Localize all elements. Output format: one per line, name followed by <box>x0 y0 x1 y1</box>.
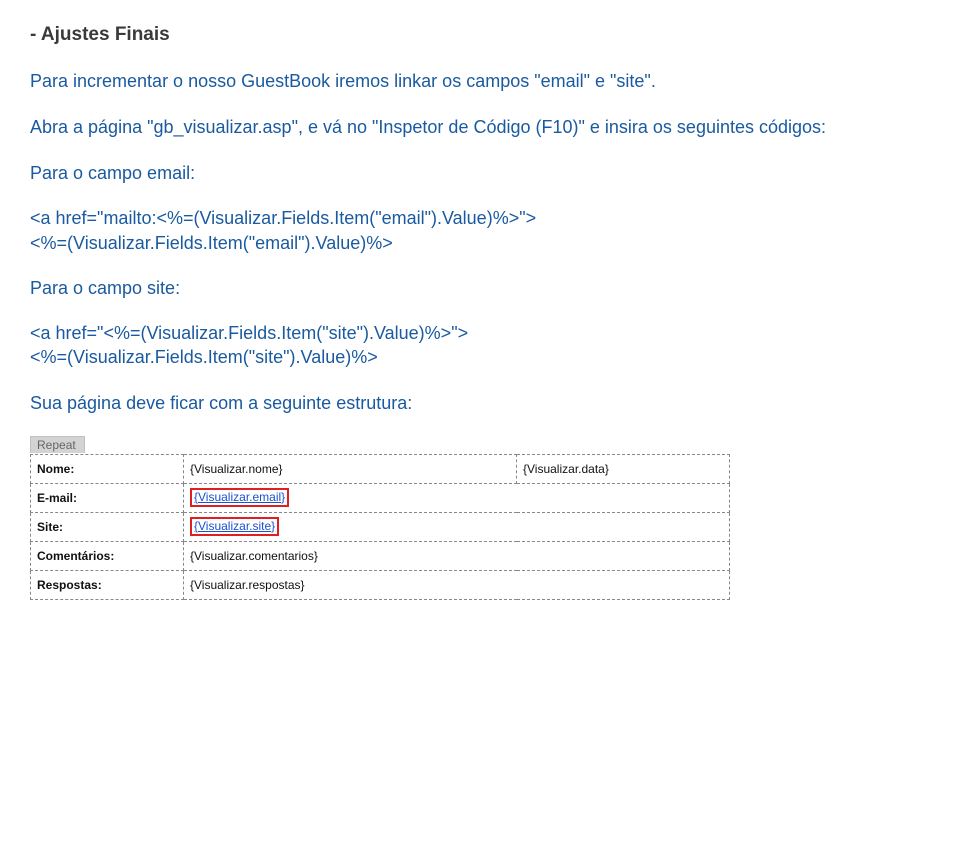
table-row: Nome: {Visualizar.nome} {Visualizar.data… <box>31 454 730 483</box>
preview-table: Nome: {Visualizar.nome} {Visualizar.data… <box>30 454 730 600</box>
placeholder-comentarios: {Visualizar.comentarios} <box>190 549 318 563</box>
table-row: E-mail: {Visualizar.email} <box>31 483 730 512</box>
placeholder-respostas: {Visualizar.respostas} <box>190 578 305 592</box>
structure-preview: Repeat Nome: {Visualizar.nome} {Visualiz… <box>30 436 930 600</box>
placeholder-site-link[interactable]: {Visualizar.site} <box>194 519 275 533</box>
placeholder-data: {Visualizar.data} <box>523 462 609 476</box>
code-site-line1: <a href="<%=(Visualizar.Fields.Item("sit… <box>30 321 930 345</box>
code-site-line2: <%=(Visualizar.Fields.Item("site").Value… <box>30 345 930 369</box>
table-row: Site: {Visualizar.site} <box>31 512 730 541</box>
table-row: Comentários: {Visualizar.comentarios} <box>31 541 730 570</box>
placeholder-email-link[interactable]: {Visualizar.email} <box>194 490 285 504</box>
cell-value-respostas: {Visualizar.respostas} <box>184 570 730 599</box>
closing-paragraph: Sua página deve ficar com a seguinte est… <box>30 390 930 416</box>
cell-value-comentarios: {Visualizar.comentarios} <box>184 541 730 570</box>
intro-paragraph-1: Para incrementar o nosso GuestBook iremo… <box>30 68 930 94</box>
highlight-box-site: {Visualizar.site} <box>190 517 279 537</box>
label-site-field: Para o campo site: <box>30 275 930 301</box>
cell-label-comentarios: Comentários: <box>31 541 184 570</box>
placeholder-nome: {Visualizar.nome} <box>190 462 283 476</box>
code-email-line1: <a href="mailto:<%=(Visualizar.Fields.It… <box>30 206 930 230</box>
cell-label-site: Site: <box>31 512 184 541</box>
cell-value-nome: {Visualizar.nome} <box>184 454 517 483</box>
highlight-box-email: {Visualizar.email} <box>190 488 289 508</box>
cell-label-nome: Nome: <box>31 454 184 483</box>
cell-label-respostas: Respostas: <box>31 570 184 599</box>
code-email-line2: <%=(Visualizar.Fields.Item("email").Valu… <box>30 231 930 255</box>
cell-label-email: E-mail: <box>31 483 184 512</box>
label-email-field: Para o campo email: <box>30 160 930 186</box>
cell-value-data: {Visualizar.data} <box>517 454 730 483</box>
intro-paragraph-2: Abra a página "gb_visualizar.asp", e vá … <box>30 114 930 140</box>
cell-value-site: {Visualizar.site} <box>184 512 730 541</box>
cell-value-email: {Visualizar.email} <box>184 483 730 512</box>
section-heading: - Ajustes Finais <box>30 24 930 46</box>
repeat-region-tab[interactable]: Repeat <box>30 436 85 453</box>
table-row: Respostas: {Visualizar.respostas} <box>31 570 730 599</box>
